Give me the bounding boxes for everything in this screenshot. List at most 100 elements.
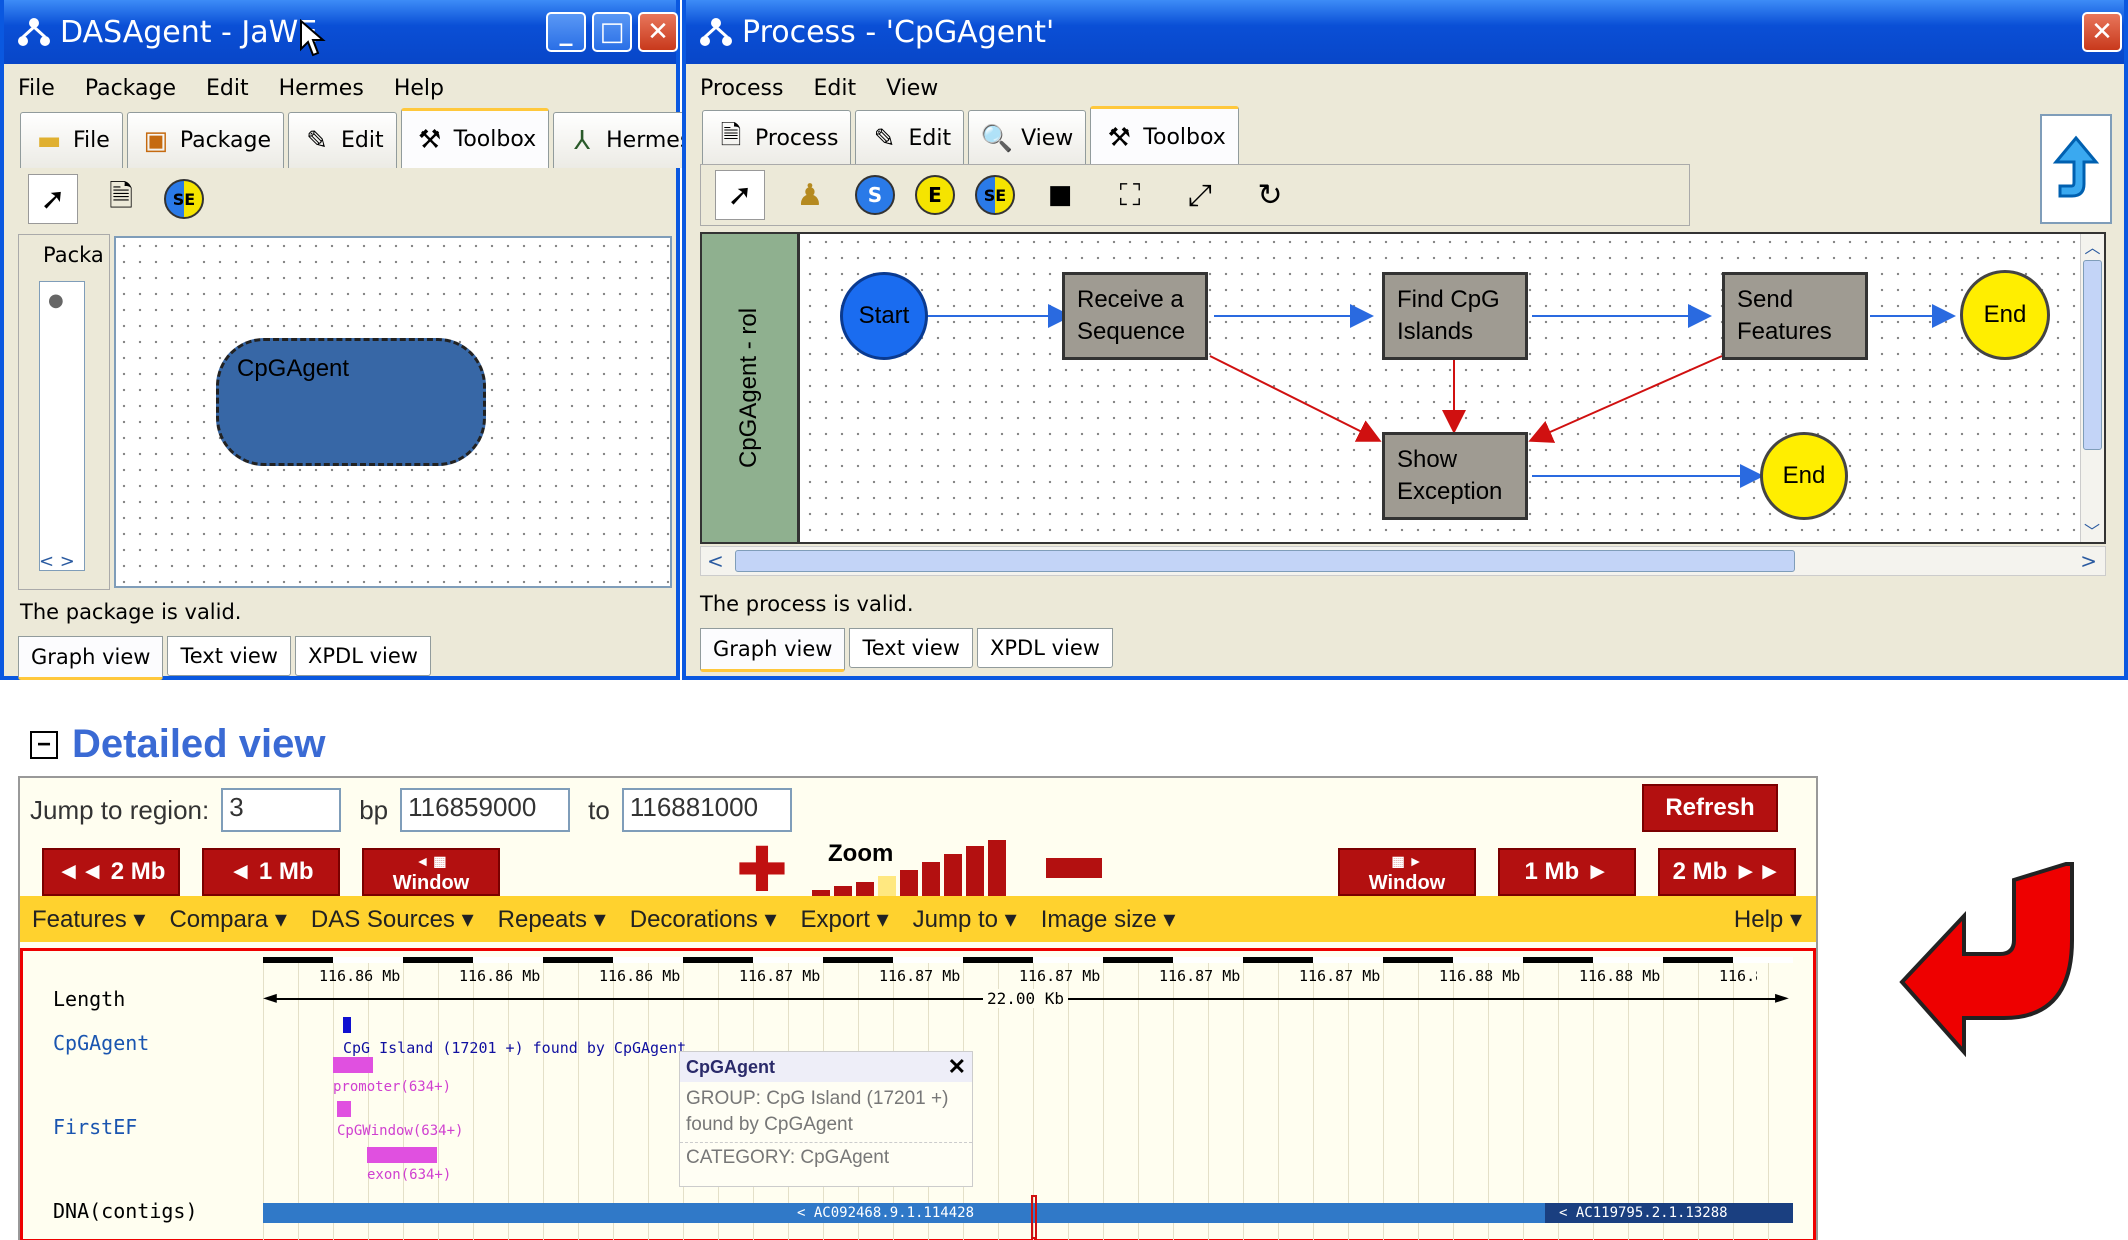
vscroll-thumb[interactable]: [2083, 260, 2102, 450]
contig-bar[interactable]: < AC092468.9.1.114428 < AC119795.2.1.132…: [263, 1203, 1793, 1223]
promoter-feature[interactable]: [333, 1057, 373, 1073]
forward-2mb-button[interactable]: 2 Mb ►►: [1658, 848, 1796, 896]
process-graph-canvas[interactable]: Start Receive a Sequence Find CpG Island…: [802, 234, 2082, 542]
tab-xpdl-view[interactable]: XPDL view: [976, 628, 1113, 668]
tab-file[interactable]: ▬ File: [20, 112, 123, 168]
back-2mb-button[interactable]: ◄◄ 2 Mb: [42, 848, 180, 896]
end-input[interactable]: 116881000: [621, 788, 792, 832]
menu-view[interactable]: View: [886, 76, 938, 101]
tab-text-view[interactable]: Text view: [849, 628, 973, 668]
menu-das-sources[interactable]: DAS Sources ▾: [311, 905, 474, 934]
menu-repeats[interactable]: Repeats ▾: [498, 905, 606, 934]
back-window-button[interactable]: ◄ ▦ Window: [362, 848, 500, 896]
transition-icon[interactable]: ⤢: [1175, 170, 1225, 220]
menu-process[interactable]: Process: [700, 76, 783, 101]
tab-edit[interactable]: ✎ Edit: [288, 112, 397, 168]
side-list[interactable]: ●: [39, 281, 85, 571]
length-arrow-left-icon: ◄: [263, 987, 277, 1008]
tab-xpdl-view[interactable]: XPDL view: [294, 636, 431, 676]
refresh-button[interactable]: Refresh: [1642, 784, 1778, 832]
select-pointer-icon[interactable]: ➚: [715, 170, 765, 220]
menu-edit[interactable]: Edit: [813, 76, 856, 101]
tab-package[interactable]: ▣ Package: [126, 112, 285, 168]
tab-graph-view[interactable]: Graph view: [18, 636, 164, 680]
side-scroll-arrows[interactable]: < >: [39, 551, 75, 572]
track-label-firstef[interactable]: FirstEF: [53, 1115, 137, 1139]
menu-help[interactable]: Help ▾: [1734, 905, 1802, 934]
tab-edit[interactable]: ✎ Edit: [855, 110, 965, 166]
menu-package[interactable]: Package: [85, 76, 176, 101]
menu-jump-to[interactable]: Jump to ▾: [913, 905, 1017, 934]
scroll-up-icon[interactable]: ︿: [2081, 234, 2104, 258]
folder-icon: ▬: [36, 125, 62, 156]
task-send-features[interactable]: Send Features: [1722, 272, 1868, 360]
task-find-cpg-islands[interactable]: Find CpG Islands: [1382, 272, 1528, 360]
vertical-scrollbar[interactable]: ︿ ﹀: [2080, 234, 2104, 542]
package-doc-icon[interactable]: 🗎: [96, 174, 146, 224]
start-end-icon[interactable]: SE: [164, 179, 204, 219]
track-image[interactable]: 116.86 Mb 116.86 Mb 116.86 Mb 116.87 Mb …: [20, 948, 1816, 1240]
end-tool-icon[interactable]: E: [915, 175, 955, 215]
scroll-down-icon[interactable]: ﹀: [2081, 518, 2103, 542]
loop-icon[interactable]: ↻: [1245, 170, 1295, 220]
zoom-out-icon[interactable]: [1046, 858, 1102, 878]
horizontal-scrollbar[interactable]: < >: [700, 546, 2106, 576]
scroll-left-icon[interactable]: <: [707, 549, 724, 573]
minimize-button[interactable]: _: [546, 12, 586, 52]
start-end-tool-icon[interactable]: SE: [975, 175, 1015, 215]
tab-process[interactable]: 🗎 Process: [702, 110, 852, 166]
activity-square-icon[interactable]: ■: [1035, 170, 1085, 220]
tab-text-view[interactable]: Text view: [167, 636, 291, 676]
zoom-level-bars[interactable]: [810, 840, 1020, 900]
start-event[interactable]: Start: [840, 272, 928, 360]
exon-feature[interactable]: [367, 1147, 437, 1163]
task-receive-sequence[interactable]: Receive a Sequence: [1062, 272, 1208, 360]
tab-view[interactable]: 🔍 View: [968, 110, 1087, 166]
zoom-in-icon[interactable]: ✚: [736, 839, 788, 901]
hscroll-thumb[interactable]: [735, 550, 1795, 572]
start-tool-icon[interactable]: S: [855, 175, 895, 215]
menu-file[interactable]: File: [18, 76, 55, 101]
menu-help[interactable]: Help: [394, 76, 444, 101]
contig-label-2: < AC119795.2.1.13288: [1559, 1205, 1728, 1221]
select-pointer-icon[interactable]: ➚: [28, 174, 78, 224]
jump-form: Jump to region: 3 bp 116859000 to 116881…: [30, 788, 792, 832]
left-title-bar[interactable]: DASAgent - JaWE _ □ ✕: [4, 0, 678, 64]
menu-compara[interactable]: Compara ▾: [169, 905, 286, 934]
forward-1mb-button[interactable]: 1 Mb ►: [1498, 848, 1636, 896]
maximize-button[interactable]: □: [592, 12, 632, 52]
task-show-exception[interactable]: Show Exception: [1382, 432, 1528, 520]
end-event-2[interactable]: End: [1760, 432, 1848, 520]
tab-graph-view[interactable]: Graph view: [700, 628, 846, 672]
close-button[interactable]: ✕: [638, 12, 678, 52]
menu-decorations[interactable]: Decorations ▾: [630, 905, 777, 934]
tab-toolbox[interactable]: ⚒ Toolbox: [1090, 106, 1239, 166]
menu-edit[interactable]: Edit: [206, 76, 249, 101]
cpgagent-participant[interactable]: CpGAgent: [216, 338, 486, 466]
tick-label: 116.86 Mb: [319, 967, 401, 985]
menu-image-size[interactable]: Image size ▾: [1041, 905, 1176, 934]
scroll-right-icon[interactable]: >: [2080, 549, 2097, 573]
start-input[interactable]: 116859000: [400, 788, 571, 832]
chromosome-input[interactable]: 3: [221, 788, 342, 832]
close-button[interactable]: ✕: [2082, 12, 2122, 52]
cpg-island-feature[interactable]: [343, 1017, 351, 1033]
right-title-bar[interactable]: Process - 'CpGAgent' ✕: [686, 0, 2124, 64]
up-arrow-button[interactable]: [2040, 114, 2112, 224]
tab-toolbox[interactable]: ⚒ Toolbox: [400, 108, 550, 168]
left-menu-bar: File Package Edit Hermes Help: [4, 66, 676, 110]
menu-features[interactable]: Features ▾: [32, 905, 145, 934]
popup-close-icon[interactable]: ✕: [948, 1054, 966, 1080]
end-event-1[interactable]: End: [1960, 270, 2050, 360]
block-activity-icon[interactable]: ⛶: [1105, 170, 1155, 220]
left-graph-canvas[interactable]: CpGAgent: [114, 236, 672, 588]
collapse-button[interactable]: −: [30, 730, 58, 759]
menu-hermes[interactable]: Hermes: [279, 76, 364, 101]
cpgwindow-feature[interactable]: [337, 1101, 351, 1117]
lane-header[interactable]: CpGAgent - rol: [702, 234, 800, 542]
back-1mb-button[interactable]: ◄ 1 Mb: [202, 848, 340, 896]
menu-export[interactable]: Export ▾: [801, 905, 889, 934]
track-label-cpgagent[interactable]: CpGAgent: [53, 1031, 149, 1055]
participant-icon[interactable]: ♟: [785, 170, 835, 220]
forward-window-button[interactable]: ▦ ► Window: [1338, 848, 1476, 896]
